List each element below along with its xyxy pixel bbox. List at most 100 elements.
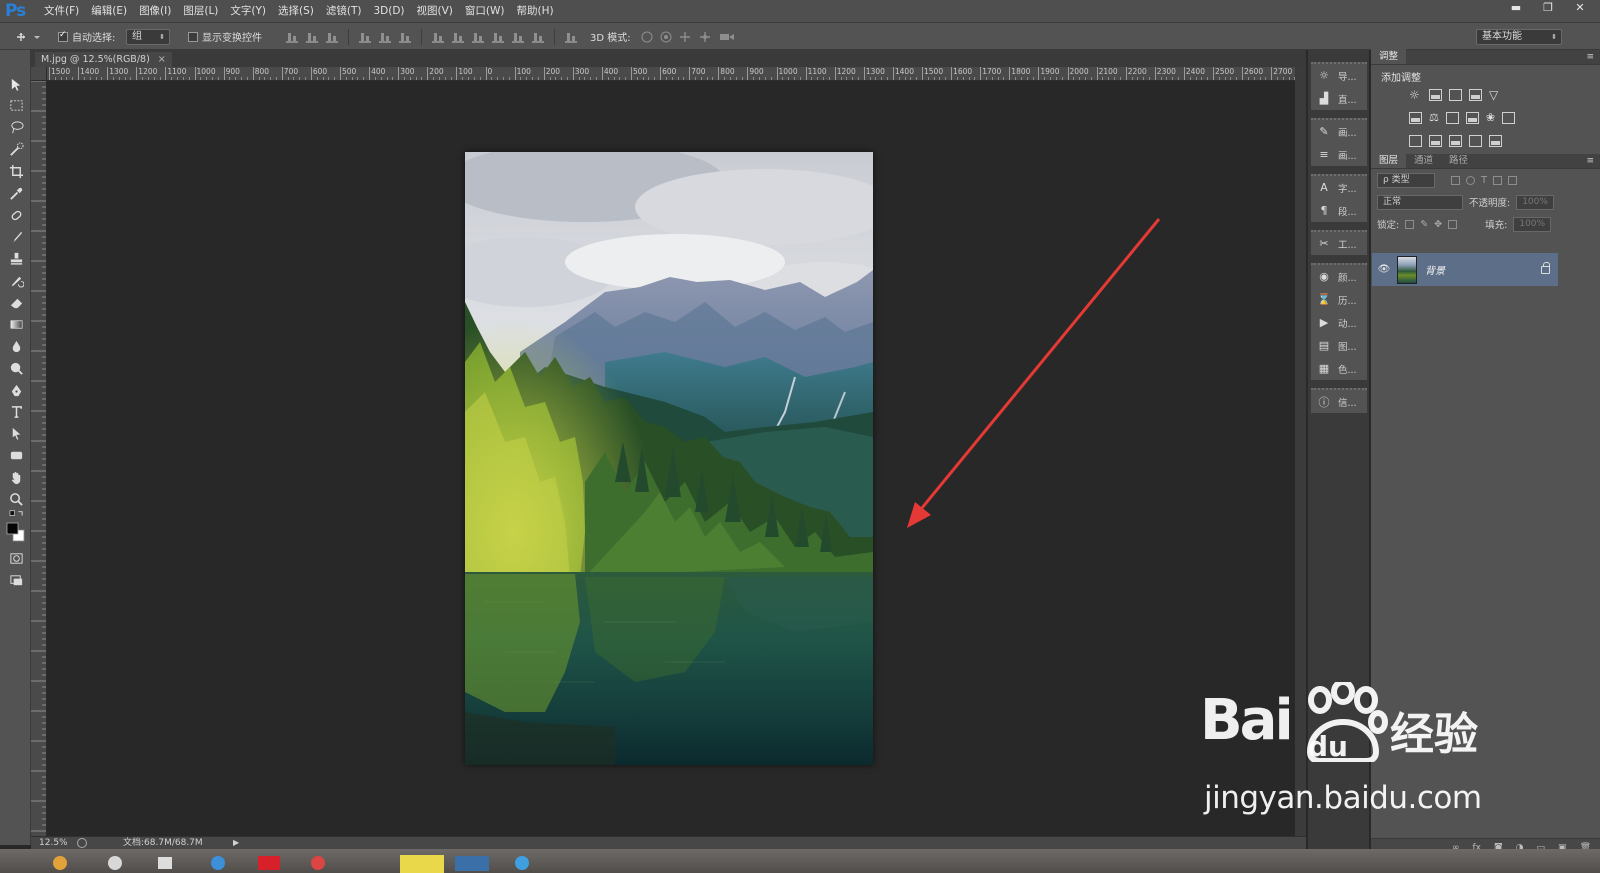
- auto-align-icon[interactable]: [565, 31, 577, 43]
- tab-paths[interactable]: 路径: [1441, 153, 1476, 168]
- panel-menu-icon[interactable]: ≡: [1586, 52, 1594, 62]
- dock-item-history[interactable]: ⌛ 历...: [1311, 288, 1367, 311]
- align-vcenter-icon[interactable]: [306, 31, 318, 43]
- dock-item-navigator[interactable]: ☼ 导...: [1311, 64, 1367, 87]
- move-tool-icon[interactable]: [5, 74, 27, 94]
- filter-shape-icon[interactable]: [1493, 175, 1503, 185]
- layer-filter-dropdown[interactable]: ρ 类型: [1377, 172, 1435, 188]
- 3d-mode-icons[interactable]: [639, 30, 739, 44]
- threshold-icon[interactable]: [1449, 134, 1462, 147]
- dock-item-actions[interactable]: ▶ 动...: [1311, 311, 1367, 334]
- auto-select-checkbox[interactable]: [58, 30, 68, 42]
- menu-image[interactable]: 图像(I): [133, 0, 177, 22]
- gradient-tool-icon[interactable]: [5, 314, 27, 334]
- lock-all-icon[interactable]: [1448, 219, 1458, 229]
- distribute-top-icon[interactable]: [432, 31, 444, 43]
- tab-channels[interactable]: 通道: [1406, 153, 1441, 168]
- eyedropper-tool-icon[interactable]: [5, 183, 27, 203]
- blur-tool-icon[interactable]: [5, 336, 27, 356]
- brush-tool-icon[interactable]: [5, 227, 27, 247]
- dock-item-brush[interactable]: ≡ 画...: [1311, 143, 1367, 166]
- document-canvas[interactable]: [47, 82, 1295, 836]
- align-hcenter-icon[interactable]: [379, 31, 391, 43]
- tab-layers[interactable]: 图层: [1371, 153, 1407, 168]
- clone-stamp-tool-icon[interactable]: [5, 248, 27, 268]
- minimize-button[interactable]: ▬: [1505, 1, 1527, 15]
- move-tool-preset[interactable]: [14, 23, 40, 50]
- levels-icon[interactable]: [1429, 88, 1442, 101]
- distribute-left-icon[interactable]: [492, 31, 504, 43]
- lock-transparent-icon[interactable]: [1405, 219, 1415, 229]
- screen-mode-icon[interactable]: [5, 570, 27, 590]
- lasso-tool-icon[interactable]: [5, 117, 27, 137]
- invert-icon[interactable]: [1409, 134, 1422, 147]
- black-white-icon[interactable]: [1445, 111, 1459, 124]
- visibility-eye-icon[interactable]: 👁: [1372, 264, 1396, 275]
- channel-mixer-icon[interactable]: ❀: [1486, 111, 1495, 124]
- lock-position-icon[interactable]: ✥: [1434, 219, 1442, 230]
- dock-item-tool-presets[interactable]: ✂ 工...: [1311, 232, 1367, 255]
- distribute-vcenter-icon[interactable]: [452, 31, 464, 43]
- vibrance-icon[interactable]: ▽: [1489, 88, 1498, 102]
- dock-item-info[interactable]: ⓘ 信...: [1311, 390, 1367, 413]
- status-info-icon[interactable]: [77, 838, 87, 848]
- align-top-icon[interactable]: [286, 31, 298, 43]
- show-transform-checkbox[interactable]: [188, 31, 198, 42]
- filter-pixel-icon[interactable]: [1451, 175, 1460, 185]
- pen-tool-icon[interactable]: [5, 380, 27, 400]
- brightness-contrast-icon[interactable]: ☼: [1409, 88, 1422, 102]
- menu-edit[interactable]: 编辑(E): [85, 0, 133, 22]
- distribute-bottom-icon[interactable]: [472, 31, 484, 43]
- gradient-map-icon[interactable]: [1489, 134, 1502, 147]
- opacity-field[interactable]: 100%: [1516, 194, 1555, 210]
- dodge-tool-icon[interactable]: [5, 358, 27, 378]
- layer-row-background[interactable]: 👁 背景: [1372, 253, 1558, 286]
- path-selection-tool-icon[interactable]: [5, 423, 27, 443]
- dock-item-brush-preset[interactable]: ✎ 画...: [1311, 120, 1367, 143]
- distribute-hcenter-icon[interactable]: [512, 31, 524, 43]
- dock-item-character[interactable]: A 字...: [1311, 176, 1367, 199]
- curves-icon[interactable]: [1449, 88, 1462, 101]
- menu-layer[interactable]: 图层(L): [177, 0, 224, 22]
- type-tool-icon[interactable]: [5, 401, 27, 421]
- shape-tool-icon[interactable]: [5, 445, 27, 465]
- color-lookup-icon[interactable]: [1502, 111, 1516, 124]
- swap-colors-icon[interactable]: [5, 508, 27, 520]
- hue-saturation-icon[interactable]: [1409, 111, 1422, 124]
- crop-tool-icon[interactable]: [5, 161, 27, 181]
- healing-brush-tool-icon[interactable]: [5, 205, 27, 225]
- align-right-icon[interactable]: [399, 31, 411, 43]
- posterize-icon[interactable]: [1429, 134, 1442, 147]
- menu-file[interactable]: 文件(F): [38, 0, 85, 22]
- panel-menu-icon[interactable]: ≡: [1586, 156, 1594, 166]
- menu-select[interactable]: 选择(S): [272, 0, 320, 22]
- align-bottom-icon[interactable]: [326, 31, 338, 43]
- menu-view[interactable]: 视图(V): [411, 0, 459, 22]
- distribute-right-icon[interactable]: [532, 31, 544, 43]
- color-swatches[interactable]: [5, 520, 27, 546]
- dock-item-layer-comps[interactable]: ▤ 图...: [1311, 334, 1367, 357]
- vertical-ruler[interactable]: [31, 81, 47, 836]
- document-tab[interactable]: M.jpg @ 12.5%(RGB/8) ×: [35, 52, 172, 67]
- auto-select-dropdown[interactable]: 组 ⬍: [126, 28, 170, 45]
- hand-tool-icon[interactable]: [5, 467, 27, 487]
- filter-adjustment-icon[interactable]: [1466, 175, 1475, 185]
- dock-item-paragraph[interactable]: ¶ 段...: [1311, 199, 1367, 222]
- eraser-tool-icon[interactable]: [5, 292, 27, 312]
- workspace-dropdown[interactable]: 基本功能 ⬍: [1476, 28, 1562, 45]
- fill-field[interactable]: 100%: [1513, 216, 1552, 232]
- lock-pixels-icon[interactable]: ✎: [1420, 219, 1428, 230]
- quick-mask-icon[interactable]: [5, 548, 27, 568]
- menu-type[interactable]: 文字(Y): [224, 0, 272, 22]
- restore-button[interactable]: ❐: [1537, 1, 1559, 15]
- history-brush-tool-icon[interactable]: [5, 270, 27, 290]
- photo-filter-icon[interactable]: [1465, 111, 1479, 124]
- ruler-origin[interactable]: [31, 67, 47, 81]
- status-menu-arrow-icon[interactable]: ▶: [233, 838, 239, 847]
- menu-3d[interactable]: 3D(D): [367, 0, 410, 22]
- filter-smart-icon[interactable]: [1508, 175, 1518, 185]
- exposure-icon[interactable]: [1469, 88, 1482, 101]
- quick-select-tool-icon[interactable]: [5, 139, 27, 159]
- color-balance-icon[interactable]: ⚖: [1429, 111, 1439, 124]
- selective-color-icon[interactable]: [1469, 134, 1482, 147]
